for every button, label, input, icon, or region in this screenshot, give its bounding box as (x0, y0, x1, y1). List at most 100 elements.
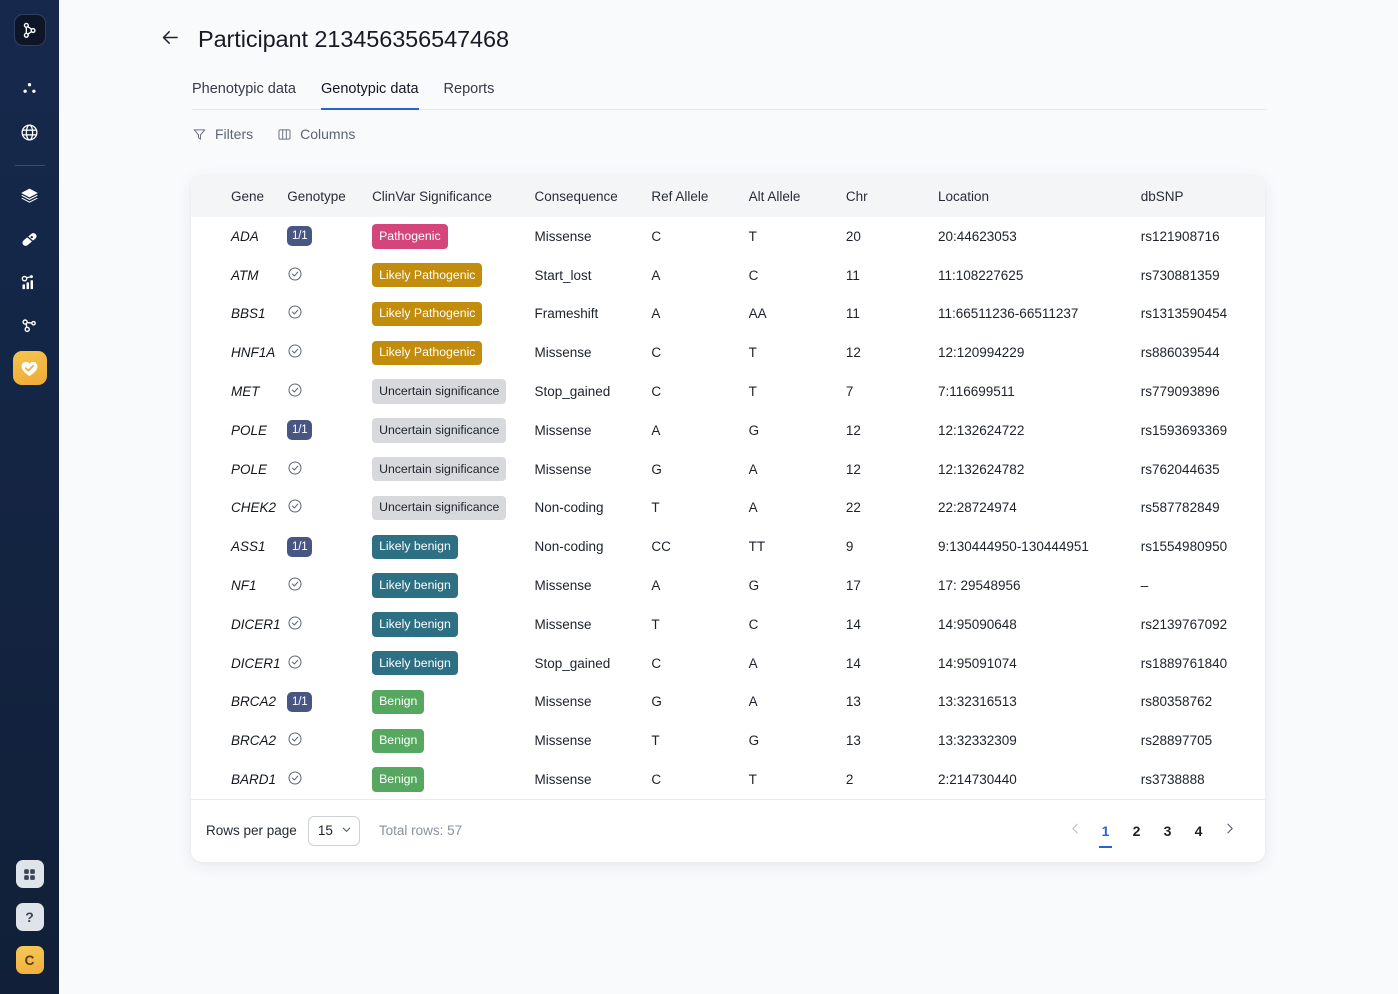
prev-page-button[interactable] (1060, 816, 1090, 846)
cell-alt-allele: TT (748, 539, 766, 555)
avatar-initial: C (24, 952, 35, 968)
table-row[interactable]: DICER1 Likely benign Missense T C 14 14:950906… (191, 605, 1265, 644)
table-row[interactable]: BARD1 Benign Missense C T 2 2:214730440 rs37388… (191, 760, 1265, 799)
sidebar-item-population[interactable] (13, 115, 47, 149)
help-button[interactable]: ? (15, 903, 44, 931)
table-row[interactable]: ATM Likely Pathogenic Start_lost A C 11 11:108… (191, 256, 1265, 295)
cell-gene: POLE (231, 422, 268, 438)
cell-consequence: Missense (534, 345, 592, 361)
next-page-button[interactable] (1214, 816, 1244, 846)
page-button-2[interactable]: 2 (1121, 815, 1152, 846)
cell-chr: 13 (845, 694, 861, 710)
cell-gene: ADA (231, 228, 259, 244)
table-body: ADA 1/1 Pathogenic Missense C T 20 20:44623053 r… (191, 217, 1265, 799)
cell-significance: Uncertain significance (372, 450, 534, 489)
table-row[interactable]: POLE 1/1 Uncertain significance Missense A G 1… (191, 411, 1265, 450)
page-button-1[interactable]: 1 (1090, 815, 1121, 849)
sidebar-item-datasets[interactable] (13, 179, 47, 213)
page-button-4[interactable]: 4 (1183, 815, 1214, 846)
col-header-location[interactable]: Location (938, 176, 1141, 217)
cell-dbsnp: rs730881359 (1140, 267, 1220, 283)
cell-gene: CHEK2 (231, 500, 277, 516)
cell-alt-allele: G (748, 578, 760, 594)
genotype-chip: 1/1 (287, 420, 313, 441)
sidebar-item-drugs[interactable] (13, 222, 47, 256)
genotype-chip: 1/1 (287, 691, 313, 712)
cell-location: 12:132624782 (937, 461, 1025, 477)
cell-genotype: 1/1 (287, 411, 372, 450)
cell-genotype: 1/1 (287, 217, 372, 256)
table-row[interactable]: HNF1A Likely Pathogenic Missense C T 12 12:120… (191, 333, 1265, 372)
sidebar-item-variants[interactable] (13, 308, 47, 342)
tab-reports[interactable]: Reports (444, 81, 495, 110)
col-header-alt-allele[interactable]: Alt Allele (749, 176, 846, 217)
cell-genotype (287, 450, 372, 489)
rows-per-page-select[interactable]: 15 (307, 815, 360, 846)
table-row[interactable]: BBS1 Likely Pathogenic Frameshift A AA 11 11:6… (191, 295, 1265, 334)
apps-grid-icon[interactable] (15, 860, 44, 888)
col-header-dbsnp[interactable]: dbSNP (1141, 176, 1265, 217)
cell-significance: Pathogenic (372, 217, 534, 256)
cell-location: 11:108227625 (937, 267, 1024, 283)
table-row[interactable]: CHEK2 Uncertain significance Non-coding T A 2… (191, 489, 1265, 528)
table-row[interactable]: NF1 Likely benign Missense A G 17 17: 29548956… (191, 566, 1265, 605)
cell-genotype: 1/1 (287, 683, 372, 722)
cell-consequence: Stop_gained (534, 655, 611, 671)
filters-button[interactable]: Filters (192, 126, 253, 142)
sidebar-item-cohorts[interactable] (13, 72, 47, 106)
cell-alt-allele: T (748, 345, 757, 361)
cell-genotype (287, 489, 372, 528)
cell-gene: MET (231, 384, 260, 400)
columns-button[interactable]: Columns (277, 126, 355, 142)
table-row[interactable]: POLE Uncertain significance Missense G A 12 12… (191, 450, 1265, 489)
genotype-check-icon (287, 304, 303, 320)
table-row[interactable]: ASS1 1/1 Likely benign Non-coding CC TT 9 9:130… (191, 527, 1265, 566)
cell-chr: 12 (845, 422, 861, 438)
col-header-gene[interactable]: Gene (191, 176, 287, 217)
page-button-3[interactable]: 3 (1152, 815, 1183, 846)
status-badge: Likely benign (372, 612, 458, 637)
tab-phenotypic-data[interactable]: Phenotypic data (192, 81, 296, 110)
sidebar-item-participants[interactable] (12, 351, 47, 385)
table-row[interactable]: BRCA2 Benign Missense T G 13 13:32332309 rs2889… (191, 721, 1265, 760)
status-badge: Uncertain significance (372, 495, 507, 521)
rows-per-page-value: 15 (317, 823, 333, 839)
cell-chr: 14 (845, 616, 861, 632)
cell-significance: Likely benign (372, 527, 534, 566)
col-header-genotype[interactable]: Genotype (287, 176, 372, 217)
cell-genotype (287, 721, 372, 760)
page-title-label: Participant (198, 26, 308, 52)
user-avatar[interactable]: C (15, 946, 44, 974)
table-header-row: Gene Genotype ClinVar Significance Conse… (191, 176, 1265, 217)
cell-consequence: Frameshift (534, 306, 599, 322)
cell-genotype (287, 760, 372, 799)
status-badge: Uncertain significance (372, 418, 507, 443)
sidebar-item-analytics[interactable] (13, 265, 47, 299)
cell-dbsnp: rs762044635 (1140, 461, 1220, 477)
cell-genotype: 1/1 (287, 527, 372, 566)
cell-alt-allele: AA (748, 306, 767, 322)
tab-genotypic-data[interactable]: Genotypic data (321, 81, 419, 110)
table-row[interactable]: MET Uncertain significance Stop_gained C T 7 7… (191, 372, 1265, 411)
cell-significance: Uncertain significance (372, 489, 534, 528)
cell-alt-allele: A (748, 461, 758, 477)
node-graph-logo[interactable] (13, 14, 46, 46)
page-header: Participant 213456356547468 (59, 0, 1398, 53)
table-row[interactable]: ADA 1/1 Pathogenic Missense C T 20 20:44623053 r… (191, 217, 1265, 256)
cell-significance: Uncertain significance (372, 372, 534, 411)
cell-dbsnp: rs1313590454 (1140, 306, 1228, 322)
table-row[interactable]: BRCA2 1/1 Benign Missense G A 13 13:32316513 rs8… (191, 683, 1265, 722)
col-header-chr[interactable]: Chr (846, 176, 938, 217)
cell-dbsnp: rs1889761840 (1140, 655, 1228, 671)
back-button[interactable] (159, 29, 181, 51)
cell-significance: Likely Pathogenic (372, 295, 534, 334)
col-header-ref-allele[interactable]: Ref Allele (651, 176, 748, 217)
cell-alt-allele: G (748, 422, 760, 438)
col-header-significance[interactable]: ClinVar Significance (372, 176, 534, 217)
col-header-consequence[interactable]: Consequence (535, 176, 652, 217)
cell-location: 22:28724974 (937, 500, 1017, 516)
globe-icon (19, 122, 40, 143)
cell-chr: 14 (845, 655, 861, 671)
page-title: Participant 213456356547468 (198, 26, 509, 53)
table-row[interactable]: DICER1 Likely benign Stop_gained C A 14 14:950… (191, 644, 1265, 683)
